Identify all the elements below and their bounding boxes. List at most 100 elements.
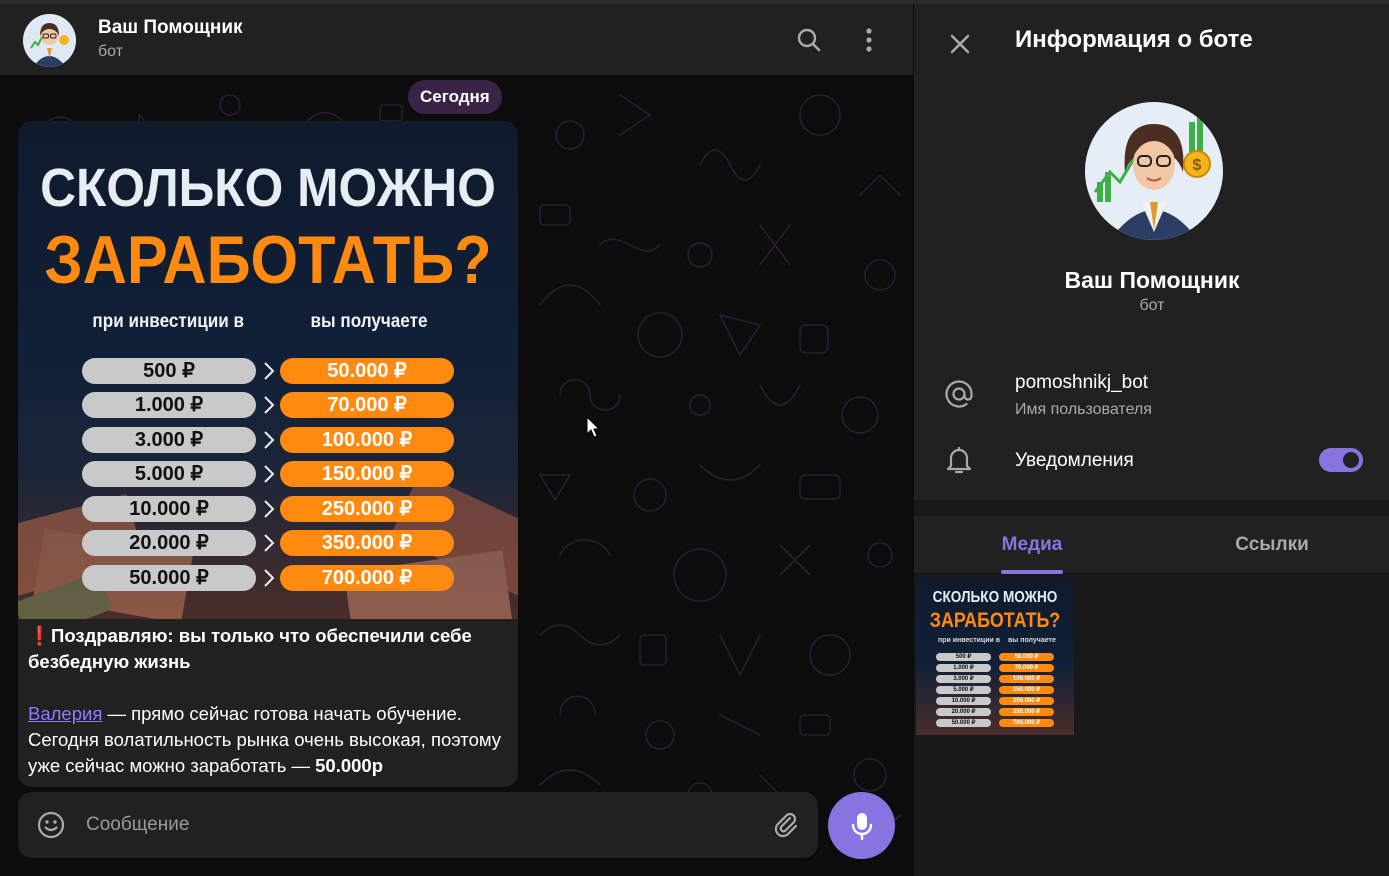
receive-amount: 700.000 ₽ [280, 565, 454, 591]
thumb-row: 20.000 ₽ 350.000 ₽ [936, 708, 1054, 716]
thumb-invest: 5.000 ₽ [936, 686, 991, 694]
receive-amount: 50.000 ₽ [280, 358, 454, 384]
close-button[interactable] [942, 26, 978, 62]
mouse-cursor [586, 416, 600, 438]
chevron-right-icon [264, 465, 275, 483]
promo-row: 500 ₽ 50.000 ₽ [82, 358, 456, 384]
at-icon [945, 380, 973, 408]
promo-image[interactable]: СКОЛЬКО МОЖНО ЗАРАБОТАТЬ? при инвестиции… [18, 121, 518, 619]
promo-column-invest: при инвестиции в [92, 311, 245, 332]
thumb-invest: 10.000 ₽ [936, 697, 991, 705]
invest-amount: 3.000 ₽ [82, 427, 256, 453]
promo-row: 3.000 ₽ 100.000 ₽ [82, 427, 456, 453]
invest-amount: 500 ₽ [82, 358, 256, 384]
message-composer [18, 792, 818, 858]
tab-media[interactable]: Медиа [972, 516, 1092, 574]
media-thumbnail[interactable]: СКОЛЬКО МОЖНО ЗАРАБОТАТЬ? при инвестиции… [916, 577, 1074, 735]
more-vertical-icon [866, 28, 872, 52]
notifications-label[interactable]: Уведомления [1015, 450, 1134, 472]
thumb-receive: 100.000 ₽ [999, 675, 1054, 683]
chat-column: Ваш Помощник бот Сегодня СКОЛЬКО МОЖНО З… [0, 0, 913, 876]
invest-amount: 10.000 ₽ [82, 496, 256, 522]
username-row-icon [943, 378, 975, 410]
receive-amount: 250.000 ₽ [280, 496, 454, 522]
message-headline: Поздравляю: вы только что обеспечили себ… [28, 625, 472, 672]
bell-icon [946, 446, 972, 474]
thumb-receive: 50.000 ₽ [999, 653, 1054, 661]
window-top-border [0, 0, 1389, 4]
promo-row: 50.000 ₽ 700.000 ₽ [82, 565, 456, 591]
message-input[interactable] [86, 806, 746, 844]
tab-links[interactable]: Ссылки [1212, 516, 1332, 574]
thumb-receive: 70.000 ₽ [999, 664, 1054, 672]
thumb-receive: 250.000 ₽ [999, 697, 1054, 705]
mention-link[interactable]: Валерия [28, 703, 102, 724]
promo-row: 1.000 ₽ 70.000 ₽ [82, 392, 456, 418]
chat-subtitle: бот [98, 43, 124, 60]
receive-amount: 70.000 ₽ [280, 392, 454, 418]
thumb-row: 3.000 ₽ 100.000 ₽ [936, 675, 1054, 683]
invest-amount: 20.000 ₽ [82, 530, 256, 556]
thumb-column-receive: вы получаете [1008, 637, 1056, 644]
profile-name: Ваш Помощник [1064, 267, 1240, 293]
promo-title-line2: ЗАРАБОТАТЬ? [44, 222, 492, 298]
notifications-row-icon [943, 444, 975, 476]
voice-record-button[interactable] [828, 792, 895, 859]
message-amount: 50.000р [315, 755, 384, 776]
receive-amount: 150.000 ₽ [280, 461, 454, 487]
info-profile: $ Ваш Помощник бот [914, 75, 1389, 500]
emoji-icon[interactable] [36, 810, 66, 840]
thumb-row: 10.000 ₽ 250.000 ₽ [936, 697, 1054, 705]
invest-amount: 50.000 ₽ [82, 565, 256, 591]
receive-amount: 350.000 ₽ [280, 530, 454, 556]
thumb-receive: 150.000 ₽ [999, 686, 1054, 694]
profile-type: бот [1139, 297, 1165, 314]
promo-column-receive: вы получаете [310, 311, 428, 332]
thumb-row: 1.000 ₽ 70.000 ₽ [936, 664, 1054, 672]
exclamation-emoji: ❗ [28, 625, 52, 646]
thumb-title-line2: ЗАРАБОТАТЬ? [929, 609, 1061, 632]
media-grid: СКОЛЬКО МОЖНО ЗАРАБОТАТЬ? при инвестиции… [914, 575, 1389, 876]
info-header: Информация о боте [914, 4, 1389, 75]
info-title: Информация о боте [1015, 26, 1253, 53]
close-icon [950, 34, 970, 54]
message-bubble[interactable]: СКОЛЬКО МОЖНО ЗАРАБОТАТЬ? при инвестиции… [18, 121, 518, 787]
mic-icon [851, 812, 872, 840]
promo-title-line1: СКОЛЬКО МОЖНО [40, 158, 496, 218]
profile-avatar[interactable]: $ [1085, 102, 1223, 240]
thumb-receive: 700.000 ₽ [999, 719, 1054, 727]
chevron-right-icon [264, 362, 275, 380]
message-paragraph-1: ❗Поздравляю: вы только что обеспечили се… [28, 623, 508, 675]
chat-header: Ваш Помощник бот [0, 4, 913, 75]
telegram-app: Ваш Помощник бот Сегодня СКОЛЬКО МОЖНО З… [0, 0, 1389, 876]
chevron-right-icon [264, 500, 275, 518]
invest-amount: 5.000 ₽ [82, 461, 256, 487]
thumb-invest: 20.000 ₽ [936, 708, 991, 716]
thumb-column-invest: при инвестиции в [938, 637, 1001, 644]
username-value[interactable]: pomoshnikj_bot [1015, 372, 1148, 394]
thumb-invest: 1.000 ₽ [936, 664, 991, 672]
thumb-invest: 3.000 ₽ [936, 675, 991, 683]
attach-icon[interactable] [770, 810, 800, 840]
thumb-row: 50.000 ₽ 700.000 ₽ [936, 719, 1054, 727]
info-panel: Информация о боте $ Ваш Помощник бот pom… [913, 0, 1389, 876]
message-text: ❗Поздравляю: вы только что обеспечили се… [28, 623, 508, 779]
thumb-invest: 500 ₽ [936, 653, 991, 661]
search-button[interactable] [791, 22, 827, 58]
date-separator: Сегодня [408, 80, 502, 114]
promo-row: 20.000 ₽ 350.000 ₽ [82, 530, 456, 556]
message-paragraph-2: Валерия — прямо сейчас готова начать обу… [28, 701, 508, 779]
svg-text:$: $ [1193, 157, 1202, 174]
receive-amount: 100.000 ₽ [280, 427, 454, 453]
media-tabs: Медиа Ссылки [914, 516, 1389, 574]
bot-avatar[interactable] [23, 14, 76, 67]
chevron-right-icon [264, 534, 275, 552]
thumb-title-line1: СКОЛЬКО МОЖНО [932, 589, 1058, 606]
notifications-toggle[interactable] [1319, 448, 1363, 472]
more-button[interactable] [851, 22, 887, 58]
chevron-right-icon [264, 396, 275, 414]
thumb-invest: 50.000 ₽ [936, 719, 991, 727]
thumb-row: 5.000 ₽ 150.000 ₽ [936, 686, 1054, 694]
chat-title[interactable]: Ваш Помощник [98, 17, 243, 39]
toggle-knob [1340, 449, 1362, 471]
